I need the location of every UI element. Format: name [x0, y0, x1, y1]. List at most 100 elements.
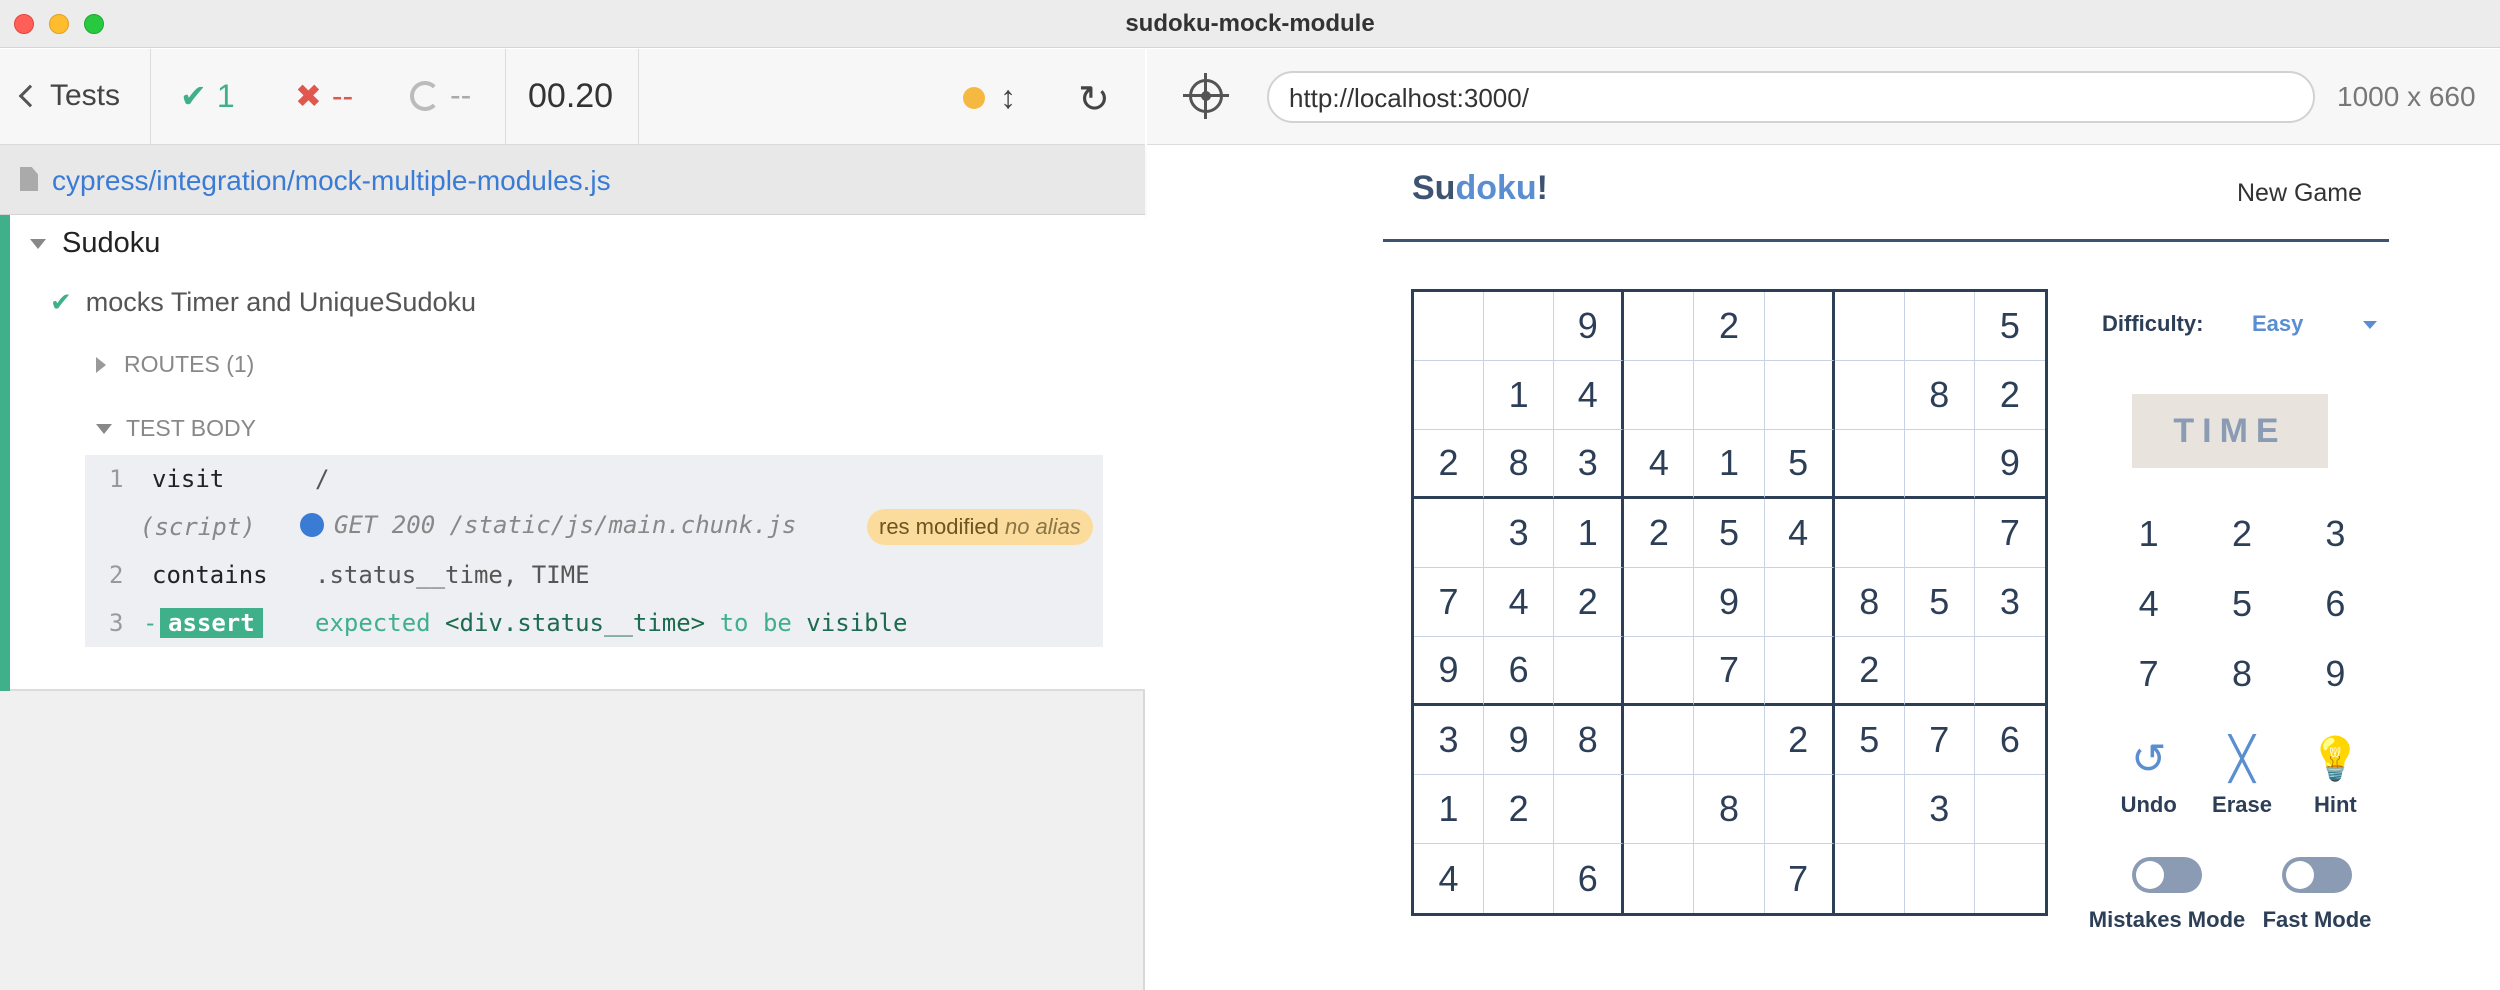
test-title[interactable]: ✔ mocks Timer and UniqueSudoku — [50, 287, 476, 318]
sudoku-cell[interactable] — [1694, 706, 1765, 775]
sudoku-cell[interactable] — [1764, 637, 1835, 706]
sudoku-cell[interactable] — [1975, 844, 2045, 913]
sudoku-cell[interactable] — [1414, 499, 1485, 568]
sudoku-cell[interactable]: 8 — [1904, 361, 1975, 430]
sudoku-cell[interactable]: 3 — [1974, 568, 2045, 637]
number-key[interactable]: 2 — [2195, 499, 2288, 569]
sudoku-cell[interactable] — [1764, 775, 1835, 844]
undo-button[interactable]: ↺ Undo — [2102, 734, 2195, 818]
sudoku-cell[interactable] — [1624, 775, 1695, 844]
sudoku-cell[interactable] — [1764, 361, 1835, 430]
sudoku-cell[interactable] — [1904, 430, 1975, 499]
number-key[interactable]: 4 — [2102, 569, 2195, 639]
sudoku-cell[interactable]: 9 — [1974, 430, 2045, 499]
sudoku-cell[interactable] — [1484, 292, 1555, 361]
sudoku-cell[interactable]: 9 — [1414, 637, 1485, 706]
sudoku-cell[interactable] — [1624, 844, 1695, 913]
sudoku-cell[interactable]: 9 — [1484, 706, 1555, 775]
sudoku-cell[interactable] — [1834, 775, 1905, 844]
sudoku-cell[interactable]: 7 — [1765, 844, 1835, 913]
number-key[interactable]: 5 — [2195, 569, 2288, 639]
sudoku-cell[interactable] — [1624, 568, 1695, 637]
pending-stat[interactable]: -- — [410, 77, 471, 114]
sudoku-cell[interactable] — [1764, 568, 1835, 637]
sudoku-cell[interactable]: 2 — [1414, 430, 1485, 499]
hint-button[interactable]: 💡 Hint — [2289, 734, 2382, 818]
sudoku-cell[interactable]: 7 — [1904, 706, 1975, 775]
number-key[interactable]: 6 — [2289, 569, 2382, 639]
sudoku-cell[interactable]: 9 — [1554, 292, 1625, 361]
sudoku-cell[interactable]: 2 — [1974, 361, 2045, 430]
failed-stat[interactable]: ✖ -- — [295, 77, 353, 115]
viewport-size[interactable]: 1000 x 660 — [2337, 81, 2476, 113]
sudoku-cell[interactable]: 4 — [1764, 499, 1835, 568]
sudoku-cell[interactable]: 6 — [1554, 844, 1625, 913]
number-key[interactable]: 7 — [2102, 639, 2195, 709]
routes-toggle[interactable]: ROUTES (1) — [96, 351, 254, 378]
new-game-button[interactable]: New Game — [2237, 179, 2362, 208]
sudoku-cell[interactable]: 9 — [1694, 568, 1765, 637]
sudoku-cell[interactable]: 2 — [1834, 637, 1905, 706]
number-key[interactable]: 1 — [2102, 499, 2195, 569]
sudoku-cell[interactable]: 5 — [1764, 430, 1835, 499]
sudoku-cell[interactable]: 2 — [1554, 568, 1625, 637]
sudoku-cell[interactable]: 5 — [1904, 568, 1975, 637]
sudoku-cell[interactable]: 1 — [1414, 775, 1485, 844]
sudoku-cell[interactable] — [1414, 361, 1485, 430]
sudoku-cell[interactable] — [1694, 361, 1765, 430]
auto-scroll-toggle-icon[interactable]: ↕ — [1000, 79, 1016, 116]
sudoku-cell[interactable] — [1905, 844, 1975, 913]
sudoku-cell[interactable]: 8 — [1554, 706, 1625, 775]
sudoku-cell[interactable]: 6 — [1484, 637, 1555, 706]
sudoku-cell[interactable]: 4 — [1484, 568, 1555, 637]
sudoku-cell[interactable]: 5 — [1834, 706, 1905, 775]
rerun-tests-icon[interactable]: ↻ — [1078, 77, 1110, 122]
url-bar[interactable]: http://localhost:3000/ — [1267, 71, 2315, 123]
sudoku-cell[interactable] — [1554, 637, 1625, 706]
sudoku-cell[interactable]: 3 — [1414, 706, 1485, 775]
sudoku-cell[interactable]: 4 — [1624, 430, 1695, 499]
sudoku-cell[interactable] — [1904, 292, 1975, 361]
sudoku-cell[interactable]: 2 — [1624, 499, 1695, 568]
passed-stat[interactable]: ✔ 1 — [180, 77, 235, 115]
sudoku-cell[interactable]: 4 — [1414, 844, 1485, 913]
sudoku-cell[interactable]: 2 — [1484, 775, 1555, 844]
sudoku-cell[interactable] — [1554, 775, 1625, 844]
command-row[interactable]: 2 contains .status__time, TIME — [85, 551, 1103, 599]
number-key[interactable]: 9 — [2289, 639, 2382, 709]
mistakes-mode-toggle[interactable] — [2132, 857, 2202, 893]
sudoku-cell[interactable]: 3 — [1484, 499, 1555, 568]
sudoku-cell[interactable]: 3 — [1904, 775, 1975, 844]
sudoku-cell[interactable] — [1624, 706, 1695, 775]
sudoku-cell[interactable]: 3 — [1554, 430, 1625, 499]
selector-playground-icon[interactable] — [1183, 73, 1229, 119]
sudoku-cell[interactable]: 5 — [1974, 292, 2045, 361]
sudoku-cell[interactable] — [1904, 637, 1975, 706]
sudoku-cell[interactable] — [1835, 844, 1905, 913]
difficulty-select[interactable]: Easy — [2252, 311, 2303, 337]
sudoku-cell[interactable] — [1974, 637, 2045, 706]
sudoku-cell[interactable]: 1 — [1484, 361, 1555, 430]
sudoku-cell[interactable]: 8 — [1834, 568, 1905, 637]
test-body-toggle[interactable]: TEST BODY — [96, 415, 256, 442]
sudoku-cell[interactable]: 7 — [1974, 499, 2045, 568]
sudoku-cell[interactable]: 5 — [1694, 499, 1765, 568]
command-row[interactable]: (script) GET 200 /static/js/main.chunk.j… — [85, 503, 1103, 551]
sudoku-cell[interactable]: 1 — [1554, 499, 1625, 568]
sudoku-cell[interactable]: 7 — [1414, 568, 1485, 637]
caret-down-icon[interactable] — [2363, 321, 2377, 329]
sudoku-cell[interactable]: 2 — [1694, 292, 1765, 361]
sudoku-cell[interactable] — [1624, 361, 1695, 430]
sudoku-cell[interactable] — [1834, 430, 1905, 499]
sudoku-cell[interactable]: 6 — [1974, 706, 2045, 775]
sudoku-cell[interactable] — [1974, 775, 2045, 844]
sudoku-cell[interactable] — [1904, 499, 1975, 568]
sudoku-cell[interactable]: 7 — [1694, 637, 1765, 706]
fast-mode-toggle[interactable] — [2282, 857, 2352, 893]
sudoku-cell[interactable] — [1624, 637, 1695, 706]
sudoku-cell[interactable]: 4 — [1554, 361, 1625, 430]
sudoku-cell[interactable]: 8 — [1484, 430, 1555, 499]
sudoku-cell[interactable] — [1834, 361, 1905, 430]
sudoku-cell[interactable] — [1834, 499, 1905, 568]
sudoku-cell[interactable]: 2 — [1764, 706, 1835, 775]
